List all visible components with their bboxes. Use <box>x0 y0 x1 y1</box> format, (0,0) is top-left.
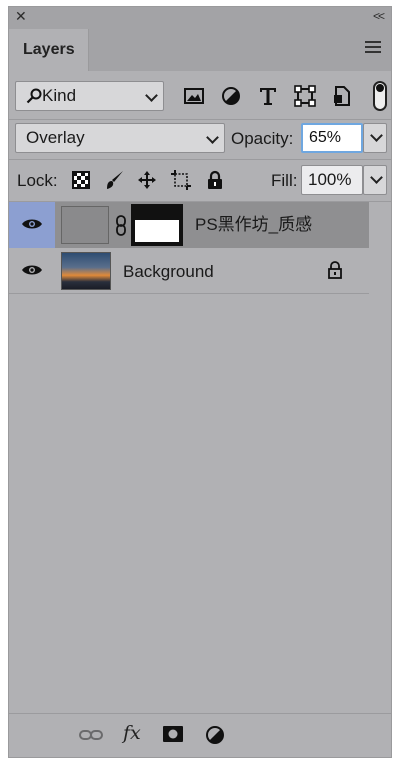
chevron-down-icon <box>145 89 158 102</box>
layers-panel: ✕ << Layers Kind Overlay Opacity: 65% Lo… <box>8 6 392 758</box>
layer-name[interactable]: Background <box>123 262 214 282</box>
lock-transparent-pixels-icon[interactable] <box>71 170 91 190</box>
panel-tab-row: Layers <box>9 25 391 71</box>
lock-image-pixels-icon[interactable] <box>105 170 125 190</box>
filter-toggle-icon[interactable] <box>373 81 387 111</box>
layer-thumbnail[interactable] <box>61 206 109 244</box>
close-icon[interactable]: ✕ <box>15 7 27 25</box>
opacity-dropdown-button[interactable] <box>363 123 387 153</box>
lock-artboard-icon[interactable] <box>171 170 191 190</box>
shape-filter-icon[interactable] <box>294 85 316 107</box>
chevron-down-icon <box>206 131 219 144</box>
chevron-down-icon <box>370 129 383 142</box>
layer-row-texture[interactable]: PS黑作坊_质感 <box>9 202 369 248</box>
lock-row: Lock: Fill: 100% <box>9 159 391 201</box>
layer-lock-icon <box>328 261 342 279</box>
panel-title-bar: ✕ << <box>9 7 391 25</box>
blend-row: Overlay Opacity: 65% <box>9 119 391 159</box>
collapse-panel-icon[interactable]: << <box>373 7 385 25</box>
fx-icon[interactable]: fx <box>123 722 141 744</box>
layer-row-background[interactable]: Background <box>9 248 369 294</box>
link-layers-icon[interactable] <box>79 729 103 741</box>
opacity-label: Opacity: <box>231 129 294 148</box>
visibility-toggle[interactable] <box>9 248 55 294</box>
eye-icon <box>22 265 42 275</box>
smart-object-filter-icon[interactable] <box>331 85 353 107</box>
tab-layers[interactable]: Layers <box>9 29 89 71</box>
layers-bottom-toolbar: fx <box>9 713 391 757</box>
hamburger-menu-icon[interactable] <box>365 41 381 53</box>
lock-position-icon[interactable] <box>137 170 157 190</box>
fill-label: Fill: <box>271 171 298 190</box>
image-filter-icon[interactable] <box>183 85 205 107</box>
lock-all-icon[interactable] <box>205 170 225 190</box>
fill-input[interactable]: 100% <box>301 165 363 195</box>
new-adjustment-layer-icon[interactable] <box>205 725 225 745</box>
layer-name[interactable]: PS黑作坊_质感 <box>195 215 312 235</box>
eye-icon <box>22 219 42 229</box>
search-icon <box>26 88 42 104</box>
type-filter-icon[interactable] <box>257 85 279 107</box>
kind-filter-label: Kind <box>42 86 77 105</box>
lock-label: Lock: <box>17 171 58 190</box>
adjustment-filter-icon[interactable] <box>220 85 242 107</box>
layer-mask-thumbnail[interactable] <box>131 204 183 246</box>
blend-mode-select[interactable]: Overlay <box>15 123 225 153</box>
chevron-down-icon <box>370 171 383 184</box>
kind-filter-select[interactable]: Kind <box>15 81 164 111</box>
fill-dropdown-button[interactable] <box>363 165 387 195</box>
add-mask-icon[interactable] <box>163 726 183 742</box>
blend-mode-value: Overlay <box>26 128 85 147</box>
visibility-toggle[interactable] <box>9 202 55 248</box>
filter-row: Kind <box>9 73 391 119</box>
link-chain-icon[interactable] <box>115 215 127 237</box>
layer-thumbnail[interactable] <box>61 252 111 290</box>
opacity-input[interactable]: 65% <box>301 123 363 153</box>
